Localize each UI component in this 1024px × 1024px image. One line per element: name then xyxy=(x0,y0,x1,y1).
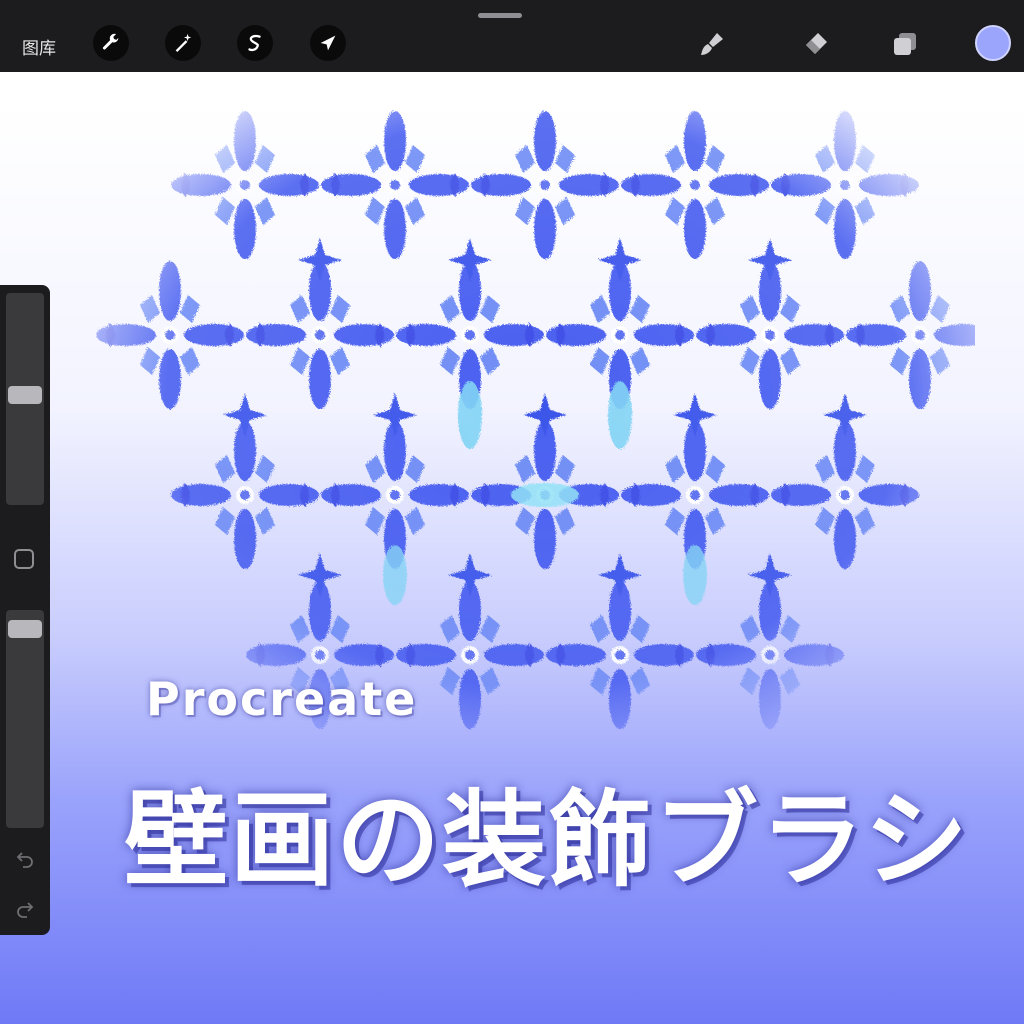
brush-size-thumb[interactable] xyxy=(8,386,42,405)
brush-button[interactable] xyxy=(694,26,730,62)
opacity-slider[interactable] xyxy=(6,610,44,828)
undo-icon xyxy=(16,852,33,868)
color-picker-button[interactable] xyxy=(975,25,1011,61)
undo-button[interactable] xyxy=(12,846,38,872)
canvas-artwork[interactable] xyxy=(95,75,975,755)
app-name-text: Procreate xyxy=(146,672,418,726)
layers-button[interactable] xyxy=(887,26,923,62)
transform-button[interactable] xyxy=(310,25,346,61)
title-text: 壁画の装飾ブラシ xyxy=(124,779,970,901)
selection-button[interactable] xyxy=(237,25,273,61)
brush-size-slider[interactable] xyxy=(6,293,44,505)
brush-icon xyxy=(701,33,723,55)
eraser-icon xyxy=(806,33,827,54)
drag-handle[interactable] xyxy=(478,13,522,18)
wrench-icon xyxy=(102,33,119,50)
top-toolbar: 图库 xyxy=(0,0,1024,72)
arrow-cursor-icon xyxy=(320,35,336,51)
actions-button[interactable] xyxy=(93,25,129,61)
selection-icon xyxy=(248,34,261,52)
eraser-button[interactable] xyxy=(798,26,834,62)
gallery-button[interactable]: 图库 xyxy=(22,34,56,59)
redo-button[interactable] xyxy=(12,896,38,922)
modify-button[interactable] xyxy=(14,549,34,569)
adjustments-button[interactable] xyxy=(165,25,201,61)
redo-icon xyxy=(17,902,34,918)
left-sidebar xyxy=(0,285,50,935)
layers-icon xyxy=(894,33,916,55)
opacity-thumb[interactable] xyxy=(8,619,42,638)
magic-wand-icon xyxy=(175,33,192,52)
